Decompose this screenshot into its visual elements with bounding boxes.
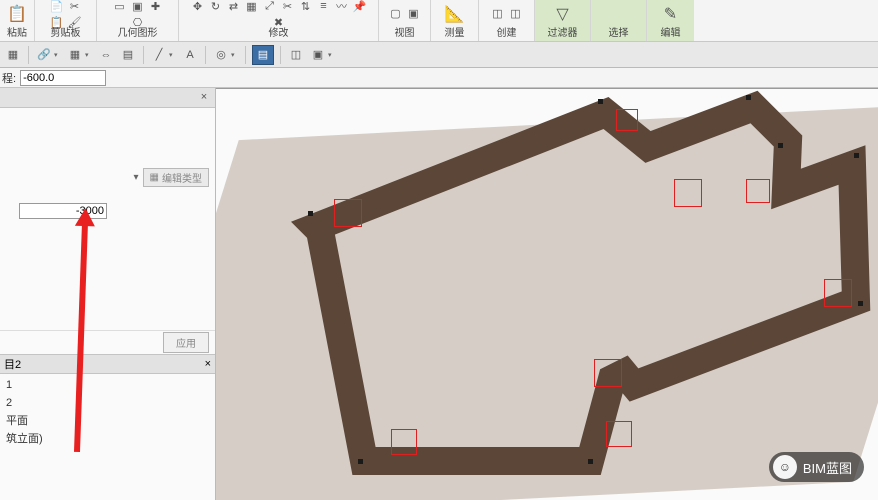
project-browser[interactable]: 1 2 平面 筑立面) (0, 374, 215, 500)
vertex-dot (858, 301, 863, 306)
vertex-dot (598, 99, 603, 104)
elevation-label: 程: (2, 70, 16, 86)
wall-geometry (216, 89, 876, 500)
edit-type-label: 编辑类型 (162, 170, 202, 185)
chevron-down-icon[interactable]: ▾ (54, 51, 62, 59)
ribbon-group-create: ◫ ◫ 创建 (478, 0, 534, 41)
measure-icon[interactable]: 📐 (444, 3, 466, 25)
ribbon-group-select: 选择 (590, 0, 646, 41)
qat-tool-icon[interactable]: ▦ (66, 46, 84, 64)
browser-header: 目2 × (0, 354, 215, 374)
mirror-icon[interactable]: ⇄ (226, 0, 242, 13)
cut-icon[interactable]: ✂ (67, 0, 83, 13)
browser-node[interactable]: 筑立面) (6, 430, 209, 448)
unjoin-icon[interactable]: ▣ (130, 0, 146, 13)
create2-icon[interactable]: ◫ (508, 7, 524, 21)
viewport-3d[interactable] (216, 88, 878, 500)
join-icon[interactable]: ▭ (112, 0, 128, 13)
qat-nav-icon[interactable]: ▦ (4, 46, 22, 64)
splitline-icon[interactable]: 〰 (334, 0, 350, 13)
qat-link-icon[interactable]: 🔗 (35, 46, 53, 64)
ribbon-group-geometry: ▭ ▣ ✚ ⎔ 几何图形 (96, 0, 178, 41)
watermark-text: BIM蓝图 (803, 458, 852, 477)
elevation-bar: 程: (0, 68, 878, 88)
ribbon-group-clipboard: 📄 ✂ 📋 🖌 剪贴板 (34, 0, 96, 41)
trim2-icon[interactable]: ✂ (280, 0, 296, 13)
array-icon[interactable]: ▦ (244, 0, 260, 13)
qat-view-icon[interactable]: ▣ (309, 46, 327, 64)
ribbon: 📋 粘贴 📄 ✂ 📋 🖌 剪贴板 ▭ ▣ ✚ ⎔ 几何图形 ✥ ↻ ⇄ ▦ ⤢ … (0, 0, 878, 42)
offset-value-input[interactable] (19, 203, 107, 219)
panel-header: × (0, 88, 215, 108)
vertex-dot (854, 153, 859, 158)
qat-line-icon[interactable]: ╱ (150, 46, 168, 64)
qat-grid-icon[interactable]: ◫ (287, 46, 305, 64)
ribbon-label: 创建 (497, 27, 517, 41)
watermark-chip: ☺ BIM蓝图 (769, 452, 864, 482)
elevation-input[interactable] (20, 70, 106, 86)
vertex-dot (778, 143, 783, 148)
ribbon-label: 几何图形 (118, 27, 158, 41)
move-icon[interactable]: ✥ (190, 0, 206, 13)
paste-icon[interactable]: 📋 (6, 3, 28, 25)
rotate-icon[interactable]: ↻ (208, 0, 224, 13)
chevron-down-icon[interactable]: ▾ (134, 172, 139, 183)
copy-icon[interactable]: 📄 (49, 0, 65, 13)
scale-icon[interactable]: ⤢ (262, 0, 278, 13)
ribbon-label: 测量 (445, 27, 465, 41)
ribbon-group-edit: ✎ 编辑 (646, 0, 694, 41)
align-icon[interactable]: ≡ (316, 0, 332, 13)
browser-node[interactable]: 2 (6, 394, 209, 412)
quick-access-toolbar: ▦ 🔗▾ ▦▾ ⇔ ▤ ╱▾ A ◎▾ ▤ ◫ ▣▾ (0, 42, 878, 68)
ribbon-label: 粘贴 (7, 27, 27, 41)
watermark-icon: ☺ (773, 455, 797, 479)
edit-icon[interactable]: ✎ (660, 3, 682, 25)
chevron-down-icon[interactable]: ▾ (231, 51, 239, 59)
view-icon[interactable]: ▢ (388, 7, 404, 21)
offset-icon[interactable]: ⇅ (298, 0, 314, 13)
ribbon-label: 编辑 (661, 27, 681, 41)
qat-tool2-icon[interactable]: ▤ (119, 46, 137, 64)
vertex-dot (308, 211, 313, 216)
vertex-dot (588, 459, 593, 464)
close-icon[interactable]: × (205, 358, 211, 370)
qat-active-tool-icon[interactable]: ▤ (252, 45, 274, 65)
ribbon-label: 视图 (395, 27, 415, 41)
ribbon-label: 剪贴板 (51, 27, 81, 41)
browser-node[interactable]: 平面 (6, 412, 209, 430)
chevron-down-icon[interactable]: ▾ (85, 51, 93, 59)
browser-title: 目2 (4, 356, 21, 372)
properties-panel: × ▾ ▦ 编辑类型 应用 目2 × 1 2 (0, 88, 216, 500)
browser-node[interactable]: 1 (6, 376, 209, 394)
edit-type-button[interactable]: ▦ 编辑类型 (143, 168, 209, 187)
split-icon[interactable]: ✚ (148, 0, 164, 13)
ribbon-group-view: ▢ ▣ 视图 (378, 0, 430, 41)
ribbon-label: 修改 (269, 27, 289, 41)
ribbon-label: 过滤器 (548, 27, 578, 41)
filter-icon[interactable]: ▽ (552, 3, 574, 25)
pin-icon[interactable]: 📌 (352, 0, 368, 13)
qat-dim-icon[interactable]: ⇔ (97, 46, 115, 64)
ribbon-label: 选择 (609, 27, 629, 41)
ribbon-group-measure: 📐 测量 (430, 0, 478, 41)
close-icon[interactable]: × (197, 91, 211, 105)
create-icon[interactable]: ◫ (490, 7, 506, 21)
chevron-down-icon[interactable]: ▾ (328, 51, 336, 59)
apply-button[interactable]: 应用 (163, 332, 209, 353)
ribbon-group-filter: ▽ 过滤器 (534, 0, 590, 41)
qat-text-icon[interactable]: A (181, 46, 199, 64)
qat-comp-icon[interactable]: ◎ (212, 46, 230, 64)
ribbon-group-modify: ✥ ↻ ⇄ ▦ ⤢ ✂ ⇅ ≡ 〰 📌 ✖ 修改 (178, 0, 378, 41)
vertex-dot (358, 459, 363, 464)
view2-icon[interactable]: ▣ (406, 7, 422, 21)
vertex-dot (746, 95, 751, 100)
chevron-down-icon[interactable]: ▾ (169, 51, 177, 59)
ribbon-group-paste: 📋 粘贴 (0, 0, 34, 41)
edit-type-icon: ▦ (150, 172, 159, 183)
